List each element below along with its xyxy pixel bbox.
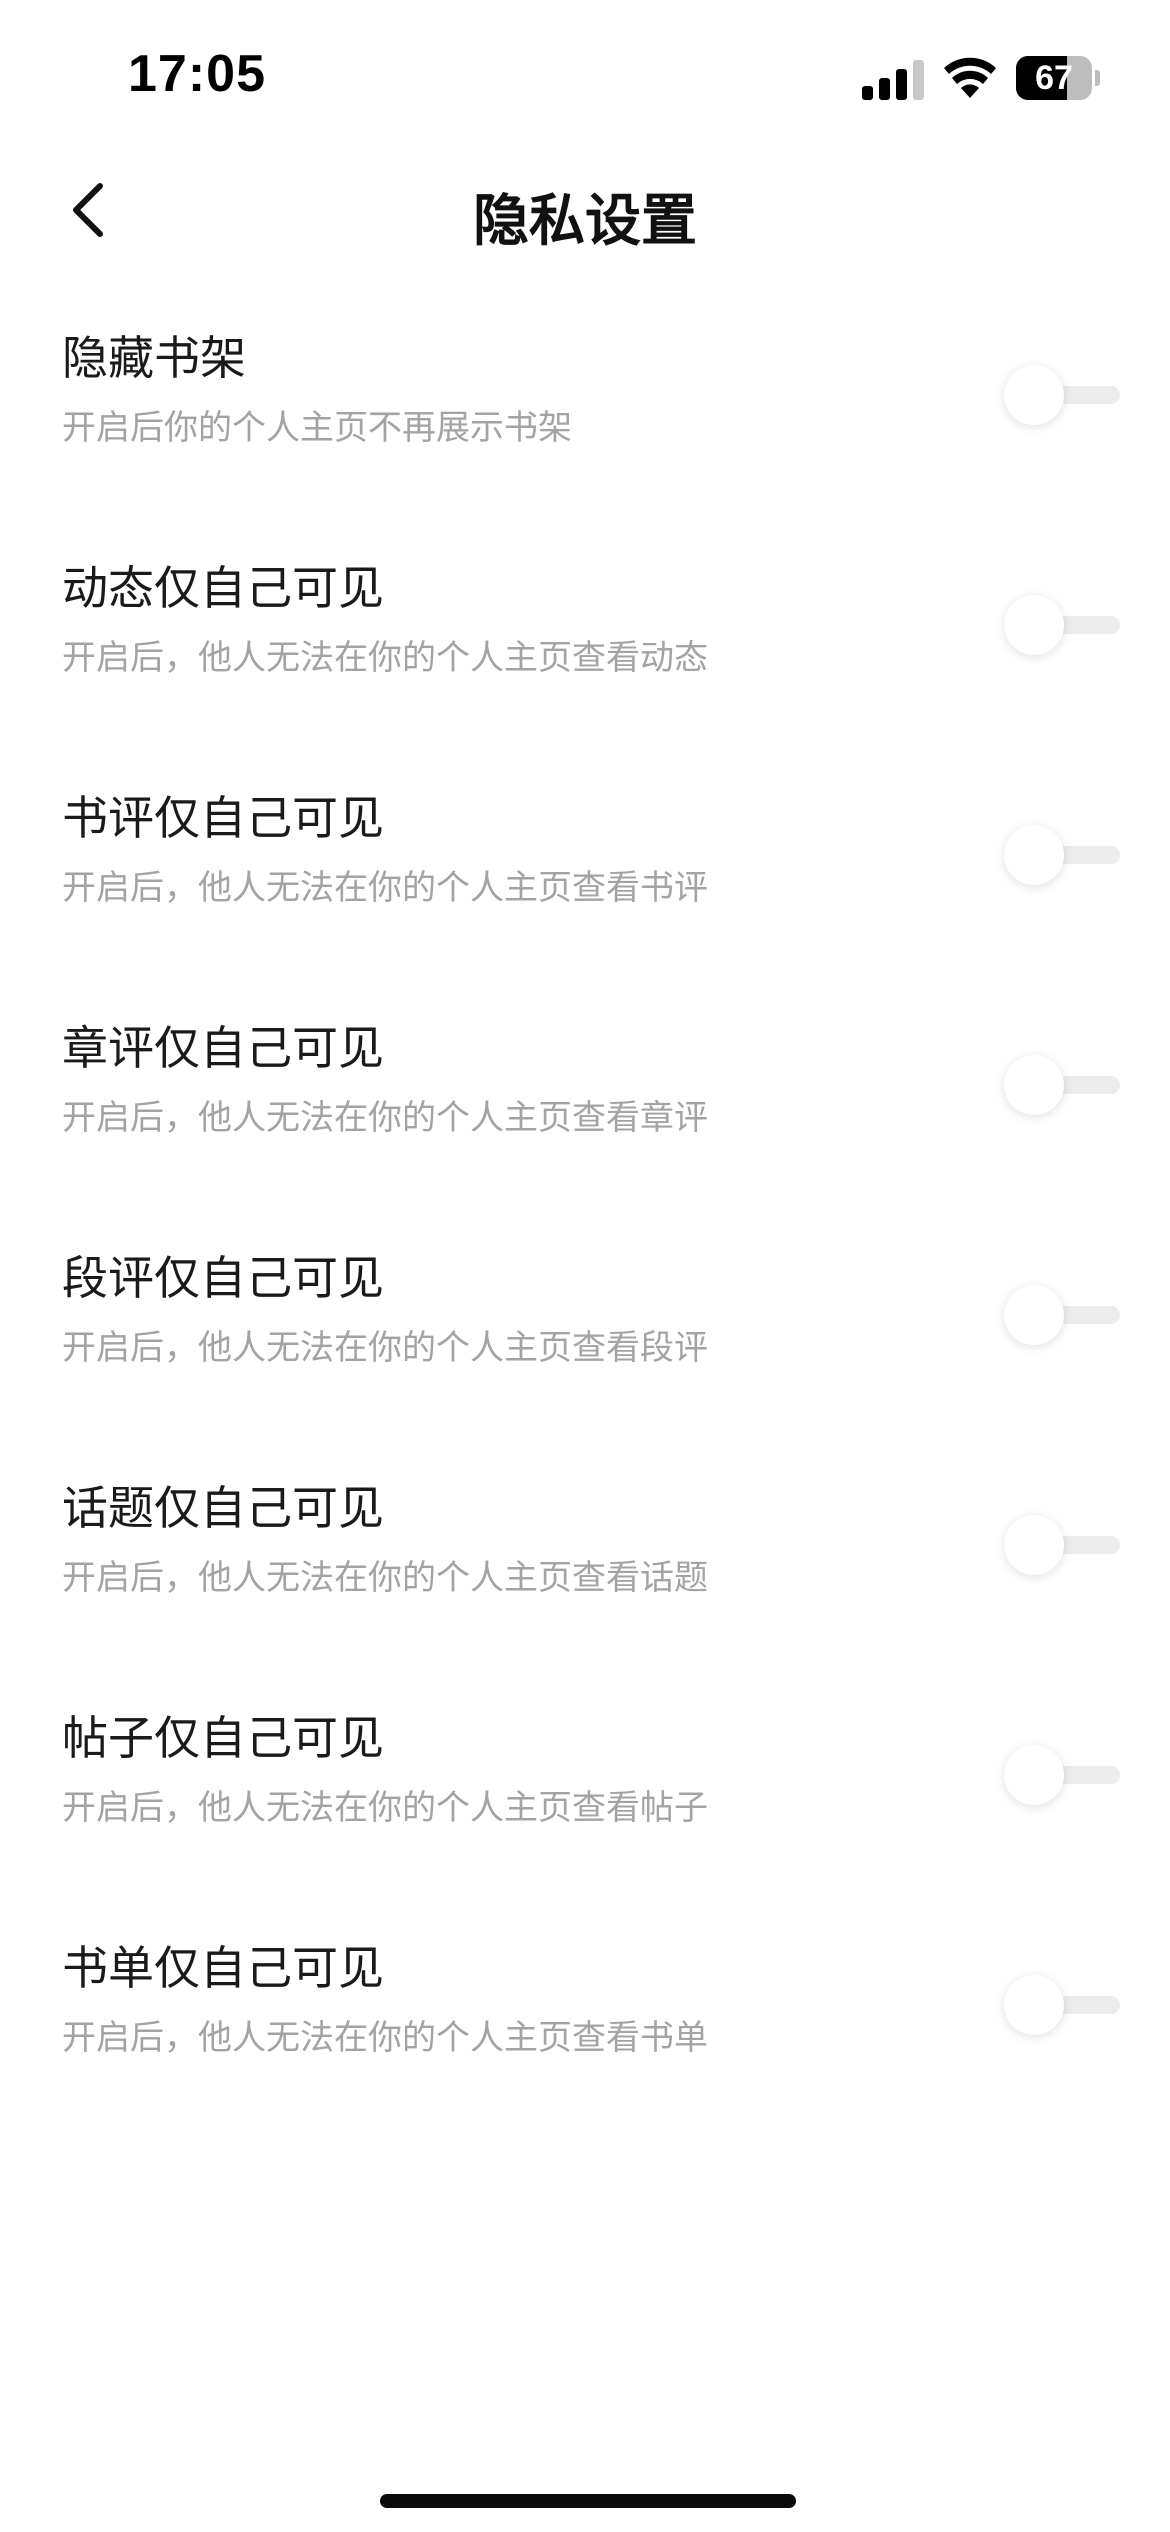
toggle-knob xyxy=(1004,365,1064,425)
toggle-knob xyxy=(1004,1285,1064,1345)
setting-description: 开启后，他人无法在你的个人主页查看章评 xyxy=(62,1098,708,1138)
setting-toggle[interactable] xyxy=(1004,590,1120,660)
status-bar: 17:05 67 xyxy=(0,0,1170,150)
status-time: 17:05 xyxy=(128,45,266,103)
setting-item: 段评仅自己可见开启后，他人无法在你的个人主页查看段评 xyxy=(0,1220,1170,1450)
setting-title: 动态仅自己可见 xyxy=(62,561,384,615)
setting-toggle[interactable] xyxy=(1004,360,1120,430)
setting-title: 书单仅自己可见 xyxy=(62,1941,384,1995)
nav-bar: 隐私设置 xyxy=(0,150,1170,270)
toggle-knob xyxy=(1004,1975,1064,2035)
setting-title: 帖子仅自己可见 xyxy=(62,1711,384,1765)
setting-toggle[interactable] xyxy=(1004,1280,1120,1350)
setting-toggle[interactable] xyxy=(1004,1510,1120,1580)
setting-description: 开启后，他人无法在你的个人主页查看书单 xyxy=(62,2018,708,2058)
setting-description: 开启后你的个人主页不再展示书架 xyxy=(62,408,572,448)
setting-title: 隐藏书架 xyxy=(62,331,246,385)
setting-item: 帖子仅自己可见开启后，他人无法在你的个人主页查看帖子 xyxy=(0,1680,1170,1910)
setting-toggle[interactable] xyxy=(1004,820,1120,890)
setting-toggle[interactable] xyxy=(1004,1740,1120,1810)
setting-title: 段评仅自己可见 xyxy=(62,1251,384,1305)
toggle-knob xyxy=(1004,1515,1064,1575)
cellular-signal-icon xyxy=(862,60,924,100)
toggle-knob xyxy=(1004,825,1064,885)
setting-title: 章评仅自己可见 xyxy=(62,1021,384,1075)
toggle-knob xyxy=(1004,1055,1064,1115)
toggle-knob xyxy=(1004,595,1064,655)
setting-toggle[interactable] xyxy=(1004,1050,1120,1120)
setting-title: 话题仅自己可见 xyxy=(62,1481,384,1535)
battery-percentage: 67 xyxy=(1035,59,1073,97)
setting-toggle[interactable] xyxy=(1004,1970,1120,2040)
home-indicator[interactable] xyxy=(380,2494,796,2508)
page-title: 隐私设置 xyxy=(473,189,697,254)
setting-description: 开启后，他人无法在你的个人主页查看话题 xyxy=(62,1558,708,1598)
settings-list: 隐藏书架开启后你的个人主页不再展示书架动态仅自己可见开启后，他人无法在你的个人主… xyxy=(0,300,1170,2140)
toggle-knob xyxy=(1004,1745,1064,1805)
setting-description: 开启后，他人无法在你的个人主页查看段评 xyxy=(62,1328,708,1368)
setting-item: 话题仅自己可见开启后，他人无法在你的个人主页查看话题 xyxy=(0,1450,1170,1680)
setting-item: 动态仅自己可见开启后，他人无法在你的个人主页查看动态 xyxy=(0,530,1170,760)
wifi-icon xyxy=(944,57,996,98)
battery-body: 67 xyxy=(1016,56,1092,100)
setting-item: 隐藏书架开启后你的个人主页不再展示书架 xyxy=(0,300,1170,530)
battery-icon: 67 xyxy=(1016,56,1100,100)
setting-description: 开启后，他人无法在你的个人主页查看动态 xyxy=(62,638,708,678)
setting-description: 开启后，他人无法在你的个人主页查看帖子 xyxy=(62,1788,708,1828)
setting-item: 书评仅自己可见开启后，他人无法在你的个人主页查看书评 xyxy=(0,760,1170,990)
setting-description: 开启后，他人无法在你的个人主页查看书评 xyxy=(62,868,708,908)
setting-title: 书评仅自己可见 xyxy=(62,791,384,845)
setting-item: 书单仅自己可见开启后，他人无法在你的个人主页查看书单 xyxy=(0,1910,1170,2140)
battery-cap xyxy=(1095,70,1100,86)
setting-item: 章评仅自己可见开启后，他人无法在你的个人主页查看章评 xyxy=(0,990,1170,1220)
